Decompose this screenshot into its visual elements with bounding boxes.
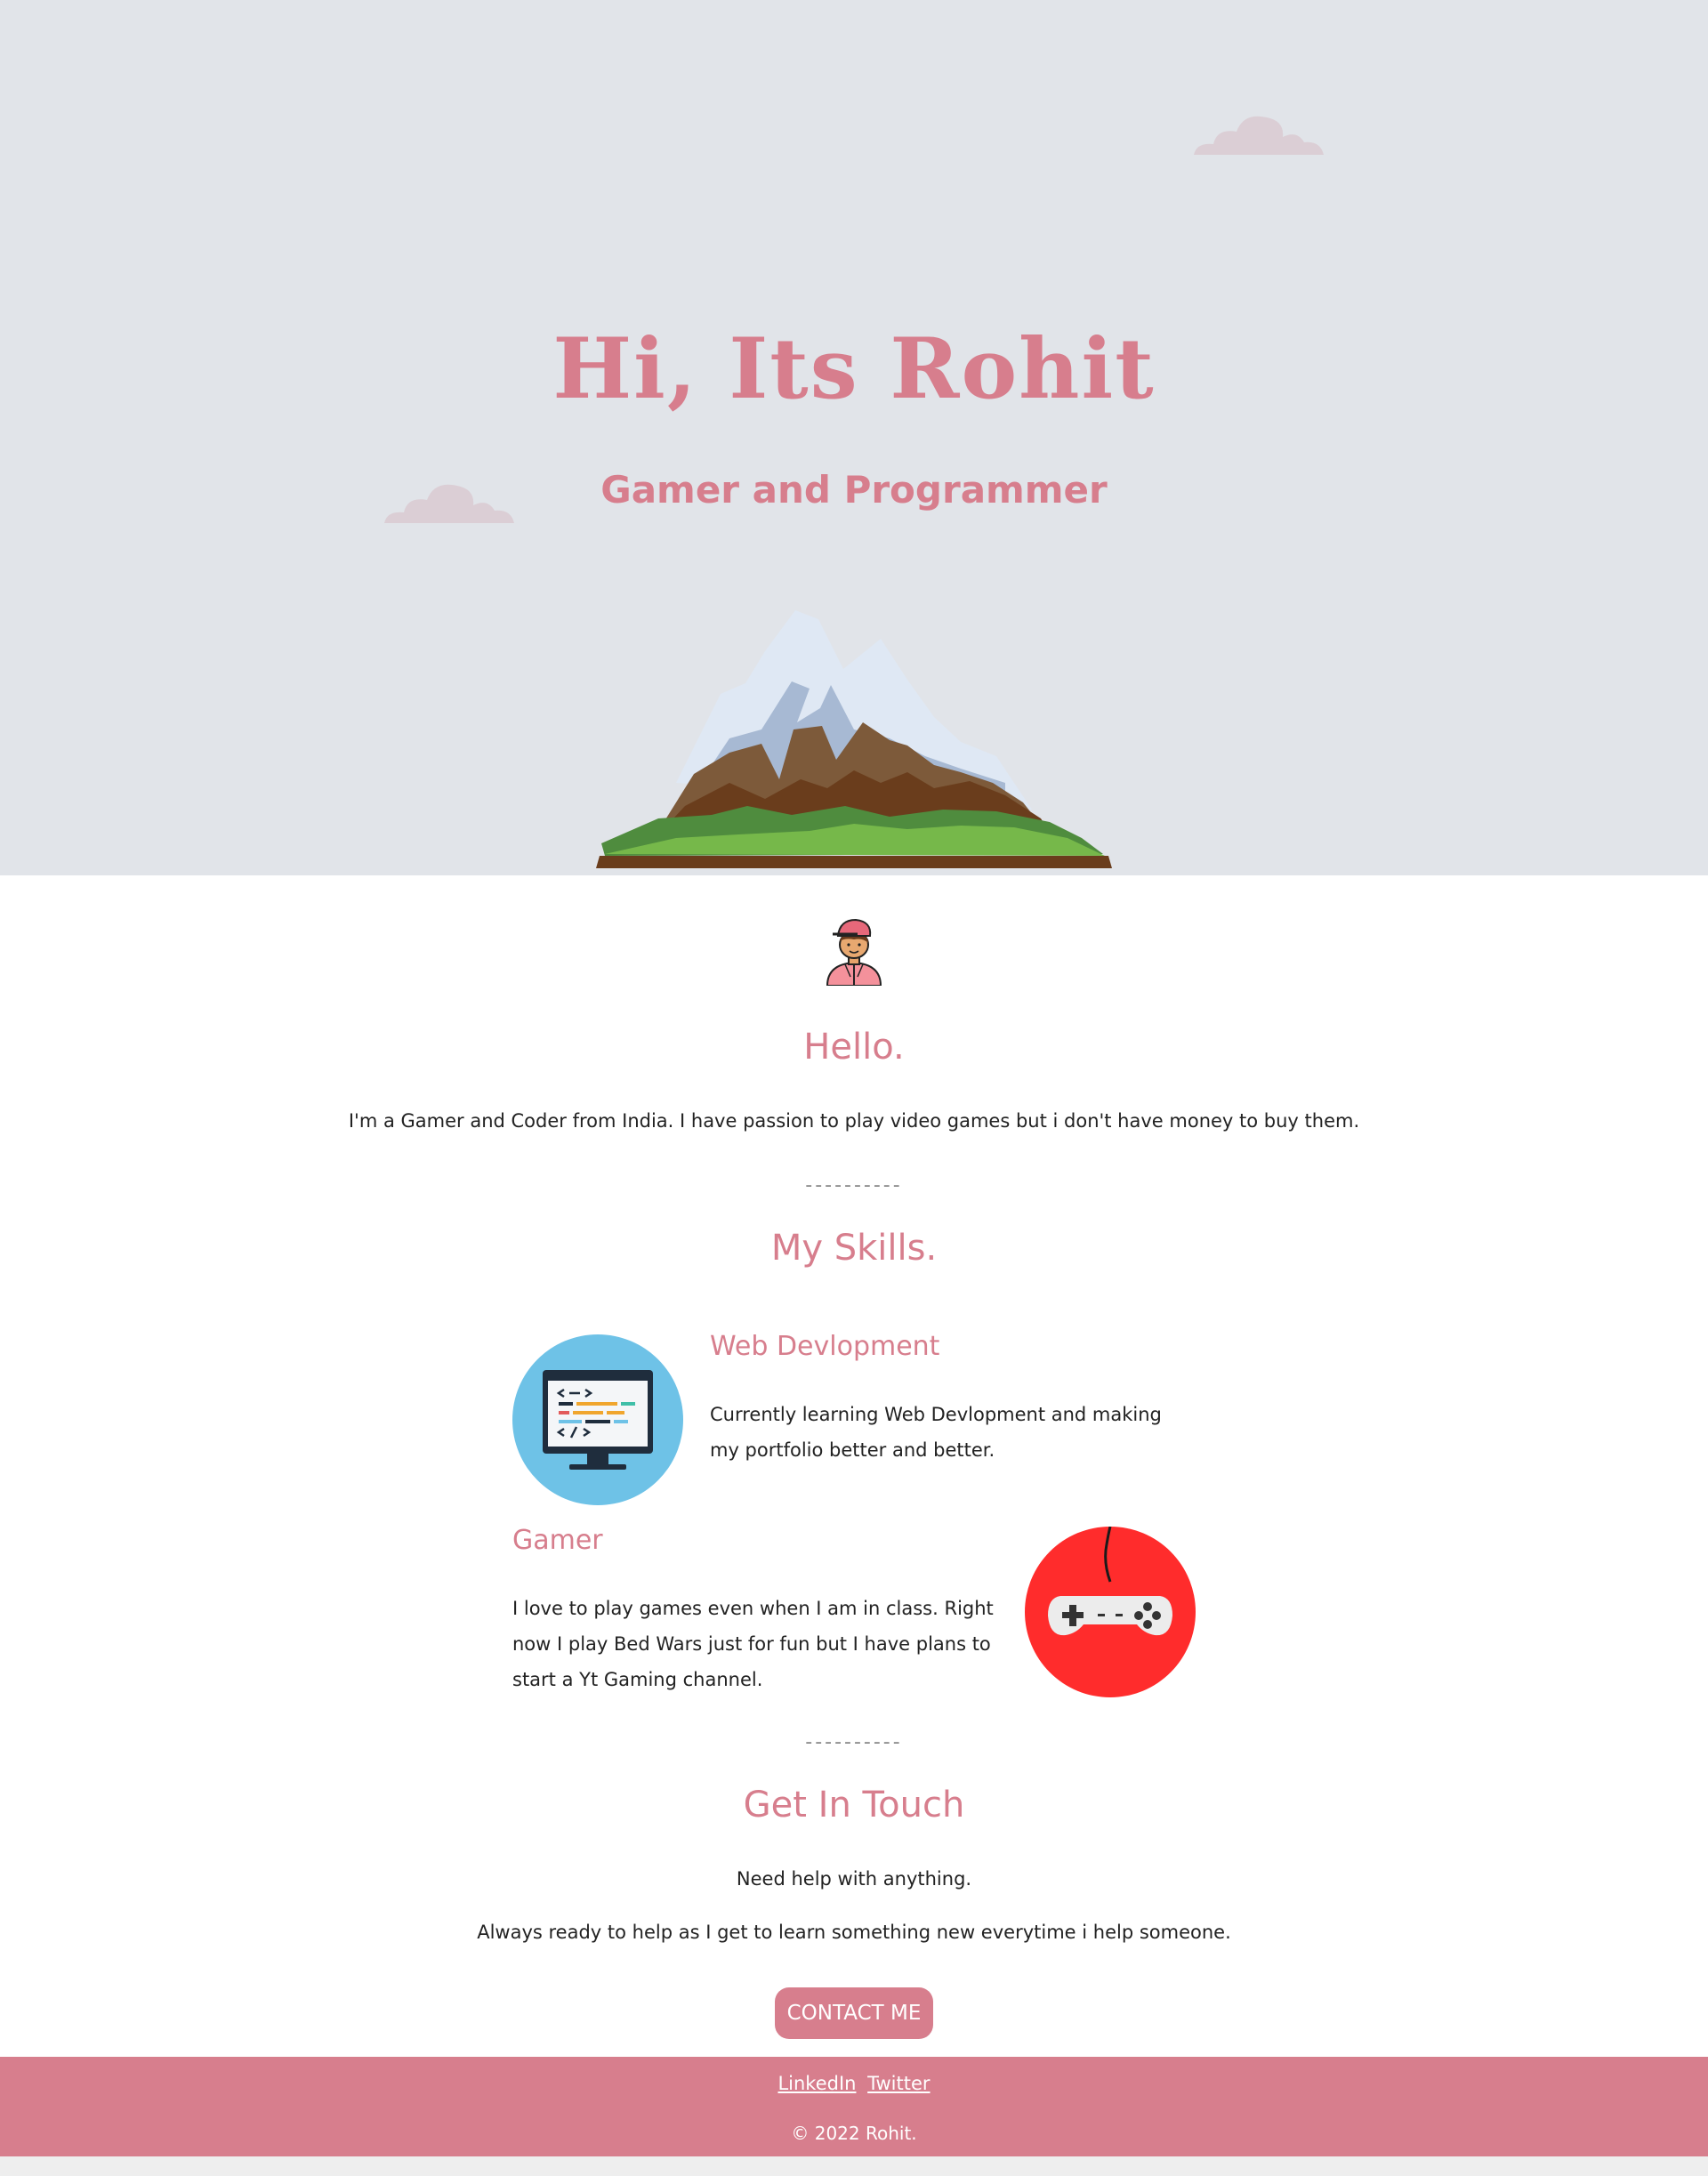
- avatar: [826, 918, 882, 986]
- contact-me-button[interactable]: CONTACT ME: [775, 1987, 933, 2039]
- hero-title: Hi, Its Rohit: [552, 320, 1156, 418]
- about-text: I'm a Gamer and Coder from India. I have…: [348, 1110, 1360, 1132]
- computer-code-icon: [512, 1334, 683, 1505]
- copyright-text: © 2022 Rohit.: [791, 2123, 917, 2144]
- skill-title-gamer: Gamer: [512, 1525, 603, 1556]
- contact-line-2: Always ready to help as I get to learn s…: [477, 1922, 1231, 1943]
- main-content: Hello. I'm a Gamer and Coder from India.…: [0, 875, 1708, 2057]
- footer-links: LinkedIn Twitter: [0, 2073, 1708, 2094]
- skill-title-web-development: Web Devlopment: [710, 1331, 940, 1362]
- mountain-illustration: [596, 610, 1112, 868]
- twitter-link[interactable]: Twitter: [867, 2073, 930, 2094]
- linkedin-link[interactable]: LinkedIn: [777, 2073, 856, 2094]
- skills-heading: My Skills.: [770, 1228, 938, 1269]
- section-divider: ----------: [805, 1731, 903, 1753]
- hero-section: Hi, Its Rohit Gamer and Programmer: [0, 0, 1708, 875]
- hero-subtitle: Gamer and Programmer: [600, 468, 1108, 512]
- contact-line-1: Need help with anything.: [736, 1868, 972, 1890]
- skill-description-web-development: Currently learning Web Devlopment and ma…: [710, 1404, 1162, 1461]
- cloud-image: [1194, 116, 1324, 155]
- game-controller-icon: [1025, 1527, 1196, 1697]
- about-heading: Hello.: [803, 1027, 905, 1068]
- skill-description-gamer: I love to play games even when I am in c…: [512, 1598, 994, 1690]
- contact-heading: Get In Touch: [743, 1785, 965, 1825]
- section-divider: ----------: [805, 1174, 903, 1197]
- footer: LinkedIn Twitter © 2022 Rohit.: [0, 2057, 1708, 2156]
